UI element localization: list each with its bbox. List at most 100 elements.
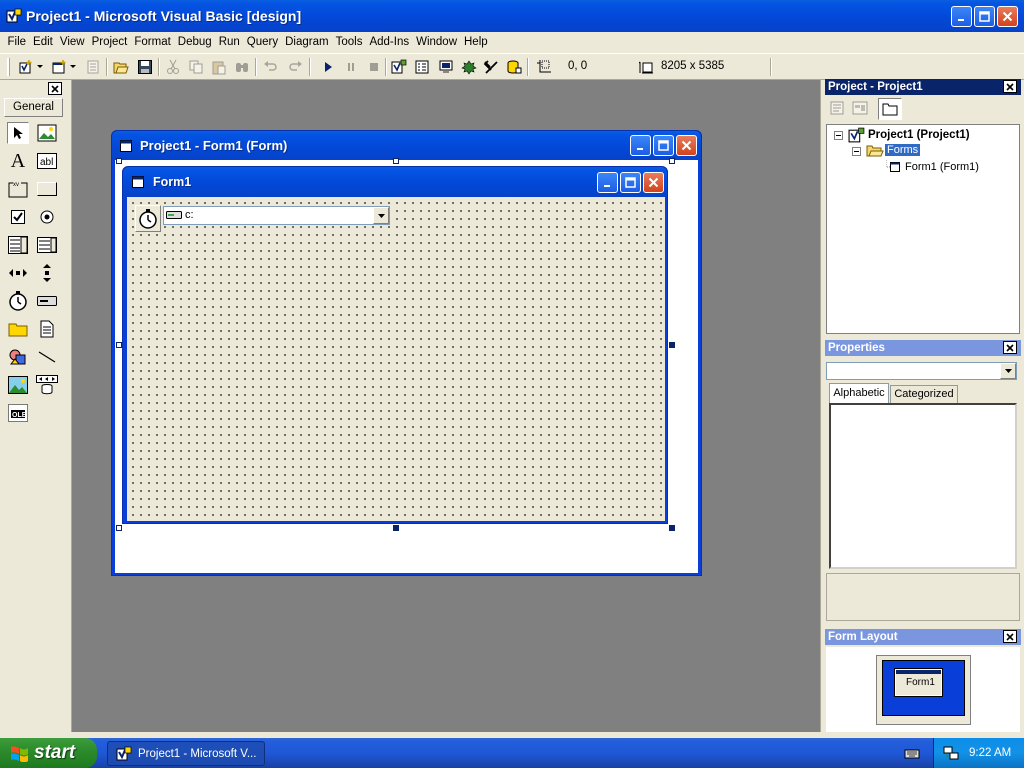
project-explorer-icon[interactable]	[390, 58, 408, 76]
form1-maximize-button[interactable]	[620, 172, 641, 193]
sizing-handle[interactable]	[669, 342, 675, 348]
break-pause-icon[interactable]	[342, 58, 360, 76]
clock[interactable]: 9:22 AM	[969, 747, 1011, 759]
object-combo-dropdown[interactable]	[1000, 363, 1016, 379]
start-button[interactable]: start	[0, 738, 97, 768]
sizing-handle[interactable]	[669, 158, 675, 164]
tree-expander[interactable]	[834, 131, 843, 140]
hscrollbar-tool-icon[interactable]	[7, 262, 29, 284]
drivelistbox-tool-icon[interactable]	[36, 290, 58, 312]
picturebox-tool-icon[interactable]	[36, 122, 58, 144]
menu-debug[interactable]: Debug	[174, 36, 215, 48]
start-run-icon[interactable]	[319, 58, 337, 76]
sizing-handle[interactable]	[116, 342, 122, 348]
form1-design-surface[interactable]: Form1 c:	[122, 166, 668, 524]
drive-listbox-control[interactable]: c:	[163, 206, 390, 225]
menu-edit[interactable]: Edit	[30, 36, 57, 48]
sizing-handle[interactable]	[116, 525, 122, 531]
toolbox-tab-general[interactable]: General	[4, 98, 63, 117]
minimize-button[interactable]	[951, 6, 972, 27]
tree-forms-folder[interactable]: Forms	[885, 144, 921, 156]
designer-maximize-button[interactable]	[653, 135, 674, 156]
save-icon[interactable]	[136, 58, 154, 76]
menu-add-ins[interactable]: Add-Ins	[366, 36, 413, 48]
properties-window-icon[interactable]	[413, 58, 431, 76]
line-tool-icon[interactable]	[36, 346, 58, 368]
undo-icon[interactable]	[262, 58, 280, 76]
end-stop-icon[interactable]	[365, 58, 383, 76]
timer-control[interactable]	[135, 205, 161, 232]
keyboard-tray-icon[interactable]	[904, 745, 920, 761]
redo-icon[interactable]	[286, 58, 304, 76]
form1-close-button[interactable]	[643, 172, 664, 193]
project-explorer-close-icon[interactable]	[1003, 80, 1017, 93]
add-project-dropdown-icon[interactable]	[35, 58, 45, 76]
taskbar-item-vb[interactable]: Project1 - Microsoft V...	[107, 741, 265, 766]
view-object-icon[interactable]	[852, 100, 872, 118]
form1-client-grid[interactable]: c:	[127, 197, 665, 521]
filelistbox-tool-icon[interactable]	[36, 318, 58, 340]
menu-window[interactable]: Window	[413, 36, 461, 48]
tree-form1-item[interactable]: Form1 (Form1)	[905, 161, 979, 173]
menu-run[interactable]: Run	[215, 36, 243, 48]
label-tool-icon[interactable]: A	[7, 150, 29, 172]
properties-close-icon[interactable]	[1003, 341, 1017, 354]
tree-expander[interactable]	[852, 147, 861, 156]
sizing-handle[interactable]	[393, 525, 399, 531]
menu-diagram[interactable]: Diagram	[282, 36, 332, 48]
designer-minimize-button[interactable]	[630, 135, 651, 156]
vscrollbar-tool-icon[interactable]	[36, 262, 58, 284]
network-icon[interactable]	[943, 745, 959, 761]
tab-categorized[interactable]: Categorized	[890, 385, 958, 403]
textbox-tool-icon[interactable]: abl	[36, 150, 58, 172]
form-layout-icon[interactable]	[437, 58, 455, 76]
form1-minimize-button[interactable]	[597, 172, 618, 193]
menu-query[interactable]: Query	[243, 36, 281, 48]
drive-dropdown-button[interactable]	[373, 207, 389, 224]
timer-tool-icon[interactable]	[7, 290, 29, 312]
menu-view[interactable]: View	[56, 36, 88, 48]
maximize-button[interactable]	[974, 6, 995, 27]
properties-object-combo[interactable]	[826, 362, 1017, 380]
menu-file[interactable]: File	[4, 36, 30, 48]
menu-project[interactable]: Project	[88, 36, 131, 48]
paste-icon[interactable]	[210, 58, 228, 76]
add-form-icon[interactable]	[50, 58, 68, 76]
menu-tools[interactable]: Tools	[332, 36, 366, 48]
add-form-dropdown-icon[interactable]	[68, 58, 78, 76]
frame-tool-icon[interactable]: xv	[7, 178, 29, 200]
commandbutton-tool-icon[interactable]	[36, 178, 58, 200]
pointer-tool-icon[interactable]	[7, 122, 29, 144]
form-layout-close-icon[interactable]	[1003, 630, 1017, 643]
sizing-handle[interactable]	[116, 158, 122, 164]
cut-icon[interactable]	[164, 58, 182, 76]
form-layout-form1[interactable]: Form1	[894, 668, 943, 697]
checkbox-tool-icon[interactable]	[7, 206, 29, 228]
ole-tool-icon[interactable]: OLE	[7, 402, 29, 424]
view-code-icon[interactable]	[829, 100, 849, 118]
find-icon[interactable]	[233, 58, 251, 76]
combobox-tool-icon[interactable]	[7, 234, 29, 256]
data-control-tool-icon[interactable]	[36, 374, 58, 396]
object-browser-icon[interactable]	[460, 58, 478, 76]
dirlistbox-tool-icon[interactable]	[7, 318, 29, 340]
sizing-handle[interactable]	[669, 525, 675, 531]
image-tool-icon[interactable]	[7, 374, 29, 396]
open-folder-icon[interactable]	[112, 58, 130, 76]
tree-project-root[interactable]: Project1 (Project1)	[868, 129, 970, 141]
tab-alphabetic[interactable]: Alphabetic	[829, 383, 889, 403]
close-button[interactable]	[997, 6, 1018, 27]
menu-editor-icon[interactable]	[84, 58, 102, 76]
shape-tool-icon[interactable]	[7, 346, 29, 368]
designer-close-button[interactable]	[676, 135, 697, 156]
optionbutton-tool-icon[interactable]	[36, 206, 58, 228]
sizing-handle[interactable]	[393, 158, 399, 164]
toolbox-close-icon[interactable]	[48, 82, 62, 95]
listbox-tool-icon[interactable]	[36, 234, 58, 256]
menu-format[interactable]: Format	[131, 36, 174, 48]
copy-icon[interactable]	[187, 58, 205, 76]
toolbox-icon[interactable]	[482, 58, 500, 76]
data-view-icon[interactable]	[505, 58, 523, 76]
menu-help[interactable]: Help	[461, 36, 492, 48]
add-project-icon[interactable]	[17, 58, 35, 76]
